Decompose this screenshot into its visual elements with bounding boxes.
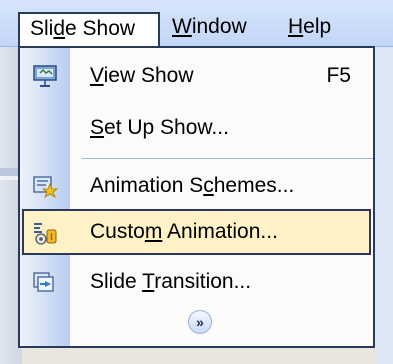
- projector-screen-icon: [32, 64, 58, 88]
- label-post: et Up Show...: [104, 116, 229, 139]
- menu-item-slide-transition-label: Slide Transition...: [90, 258, 251, 306]
- label-pre: Animation S: [90, 174, 204, 197]
- menu-item-custom-animation[interactable]: Custom Animation...: [22, 209, 371, 255]
- label-post: Animation...: [162, 220, 278, 243]
- label-accel: c: [203, 174, 214, 197]
- background-right-strip: [375, 46, 393, 364]
- custom-animation-icon: [32, 220, 58, 245]
- menu-slide-show-accel: d: [53, 17, 66, 40]
- label-accel: T: [142, 270, 155, 293]
- menu-help-label-post: elp: [303, 15, 332, 38]
- menu-item-set-up-show[interactable]: Set Up Show...: [20, 104, 373, 152]
- menu-item-slide-transition[interactable]: Slide Transition...: [20, 258, 373, 306]
- menu-separator: [82, 158, 373, 159]
- menu-help[interactable]: Help: [278, 12, 341, 46]
- menu-help-accel: H: [288, 15, 304, 38]
- menu-item-set-up-show-label: Set Up Show...: [90, 104, 229, 152]
- menu-item-view-show[interactable]: View Show F5: [20, 52, 373, 100]
- menu-item-animation-schemes-label: Animation Schemes...: [90, 162, 294, 210]
- menu-window-accel: W: [172, 15, 192, 38]
- animation-schemes-icon: [32, 174, 59, 198]
- menu-item-custom-animation-label: Custom Animation...: [90, 211, 278, 253]
- slide-show-dropdown-menu: View Show F5 Set Up Show... Animation Sc…: [18, 46, 375, 348]
- menu-item-animation-schemes[interactable]: Animation Schemes...: [20, 162, 373, 210]
- menu-slide-show[interactable]: Slide Show: [18, 12, 160, 47]
- menu-bar: Slide Show Window Help: [0, 0, 393, 47]
- label-accel: S: [90, 116, 105, 139]
- label-accel: V: [90, 64, 104, 87]
- label-pre: Custo: [90, 220, 145, 243]
- slide-transition-icon: [32, 270, 58, 294]
- menu-item-view-show-label: View Show: [90, 52, 194, 100]
- menu-window[interactable]: Window: [162, 12, 257, 46]
- label-post: ransition...: [154, 270, 252, 293]
- menu-window-label-post: indow: [191, 15, 247, 38]
- menu-item-view-show-shortcut: F5: [326, 64, 351, 87]
- label-accel: m: [144, 220, 163, 243]
- expand-menu-icon[interactable]: »: [188, 310, 212, 334]
- label-post: iew Show: [103, 64, 194, 87]
- label-post: hemes...: [213, 174, 295, 197]
- menu-slide-show-label-post: e Show: [65, 17, 136, 40]
- menu-slide-show-label-pre: Sli: [30, 17, 54, 40]
- label-pre: Slide: [90, 270, 143, 293]
